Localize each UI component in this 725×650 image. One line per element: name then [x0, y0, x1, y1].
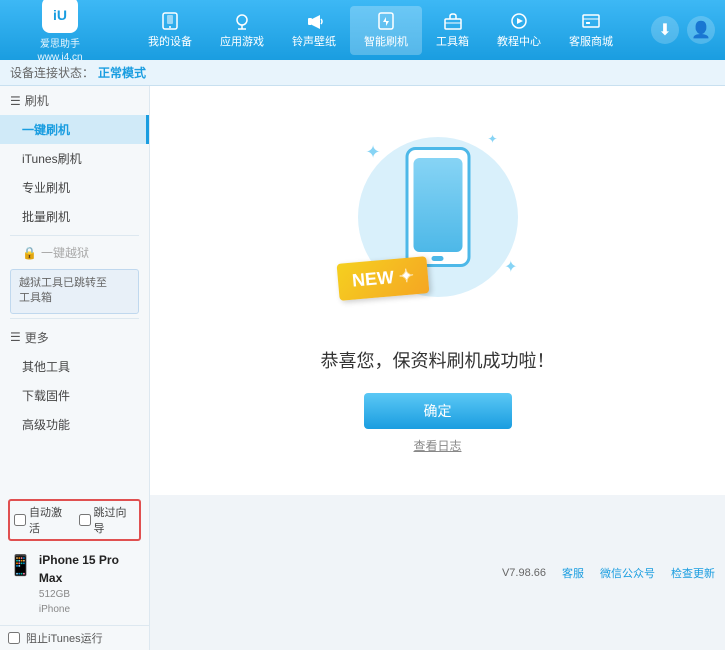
success-text: 恭喜您，保资料刷机成功啦！ — [321, 347, 555, 373]
nav-my-device[interactable]: 我的设备 — [134, 6, 206, 55]
device-icon — [159, 12, 181, 30]
account-btn[interactable]: 👤 — [687, 16, 715, 44]
more-section-icon: ☰ — [10, 330, 21, 344]
skip-guide-label[interactable]: 跳过向导 — [79, 504, 136, 536]
device-name: iPhone 15 Pro Max — [39, 551, 141, 587]
tutorial-icon — [508, 12, 530, 30]
auto-activate-label[interactable]: 自动激活 — [14, 504, 71, 536]
flash-section-icon: ☰ — [10, 94, 21, 108]
bottom-layout: 自动激活 跳过向导 📱 iPhone 15 Pro Max 512GB iPho… — [0, 495, 725, 650]
header: iU 爱思助手 www.i4.cn 我的设备 应用游戏 铃声壁纸 — [0, 0, 725, 60]
sidebar-item-one-click-flash[interactable]: 一键刷机 — [0, 115, 149, 144]
phone-home-btn — [432, 256, 444, 261]
iphone-icon: 📱 — [8, 553, 33, 578]
sidebar: ☰ 刷机 一键刷机 iTunes刷机 专业刷机 批量刷机 🔒 一键越狱 越狱工具… — [0, 86, 150, 495]
sidebar-item-batch-flash[interactable]: 批量刷机 — [0, 202, 149, 231]
header-right: ⬇ 👤 — [651, 16, 715, 44]
sidebar-item-other-tools[interactable]: 其他工具 — [0, 352, 149, 381]
log-link[interactable]: 查看日志 — [413, 437, 461, 454]
ringtone-icon — [303, 12, 325, 30]
sparkle-3: ✦ — [504, 257, 517, 277]
logo-area: iU 爱思助手 www.i4.cn — [10, 0, 110, 63]
logo-name: 爱思助手 — [40, 35, 80, 50]
status-mode: 正常模式 — [98, 64, 146, 81]
logo-icon: iU — [42, 0, 78, 33]
phone-body — [405, 147, 470, 267]
new-badge: NEW ✦ — [336, 256, 429, 301]
bottom-status-col: V7.98.66 客服 微信公众号 检查更新 — [150, 495, 725, 650]
wechat-link[interactable]: 微信公众号 — [600, 565, 655, 581]
nav-items: 我的设备 应用游戏 铃声壁纸 智能刷机 工具箱 — [110, 6, 651, 55]
main-layout: ☰ 刷机 一键刷机 iTunes刷机 专业刷机 批量刷机 🔒 一键越狱 越狱工具… — [0, 86, 725, 495]
device-type: iPhone — [39, 602, 141, 617]
sidebar-notice: 越狱工具已跳转至 工具箱 — [10, 269, 139, 314]
device-details: iPhone 15 Pro Max 512GB iPhone — [39, 551, 141, 617]
download-btn[interactable]: ⬇ — [651, 16, 679, 44]
nav-smart-flash[interactable]: 智能刷机 — [350, 6, 422, 55]
customer-service-link[interactable]: 客服 — [562, 565, 584, 581]
sparkle-2: ✦ — [487, 132, 497, 146]
toolbox-icon — [442, 12, 464, 30]
sidebar-section-more: ☰ 更多 — [0, 323, 149, 352]
nav-ringtone[interactable]: 铃声壁纸 — [278, 6, 350, 55]
device-info: 📱 iPhone 15 Pro Max 512GB iPhone — [8, 547, 141, 621]
device-storage: 512GB — [39, 587, 141, 602]
nav-toolbox[interactable]: 工具箱 — [422, 6, 483, 55]
sparkle-1: ✦ — [366, 142, 381, 163]
nav-service[interactable]: 客服商城 — [555, 6, 627, 55]
version-text: V7.98.66 — [502, 567, 546, 579]
success-image: ✦ ✦ ✦ NEW ✦ — [348, 127, 528, 327]
content-area: ✦ ✦ ✦ NEW ✦ 恭喜您，保资料刷机成功啦！ 确定 查看日志 — [150, 86, 725, 495]
version-info: V7.98.66 客服 微信公众号 检查更新 — [502, 565, 715, 581]
itunes-label: 阻止iTunes运行 — [26, 630, 103, 646]
sidebar-section-flash: ☰ 刷机 — [0, 86, 149, 115]
sidebar-divider-2 — [10, 318, 139, 319]
status-label: 设备连接状态： — [10, 64, 94, 81]
sidebar-item-download-firmware[interactable]: 下载固件 — [0, 381, 149, 410]
sidebar-item-advanced[interactable]: 高级功能 — [0, 410, 149, 439]
check-update-link[interactable]: 检查更新 — [671, 565, 715, 581]
itunes-bar: 阻止iTunes运行 — [0, 625, 149, 650]
status-bar: 设备连接状态： 正常模式 — [0, 60, 725, 86]
phone-screen — [413, 158, 462, 252]
confirm-button[interactable]: 确定 — [364, 393, 512, 429]
flash-icon — [375, 12, 397, 30]
logo-url: www.i4.cn — [37, 52, 82, 63]
app-icon — [231, 12, 253, 30]
sidebar-item-itunes-flash[interactable]: iTunes刷机 — [0, 144, 149, 173]
sidebar-divider-1 — [10, 235, 139, 236]
device-options-area: 自动激活 跳过向导 📱 iPhone 15 Pro Max 512GB iPho… — [0, 495, 149, 625]
service-icon — [580, 12, 602, 30]
skip-guide-checkbox[interactable] — [79, 514, 91, 526]
nav-app-games[interactable]: 应用游戏 — [206, 6, 278, 55]
sidebar-item-pro-flash[interactable]: 专业刷机 — [0, 173, 149, 202]
nav-tutorial[interactable]: 教程中心 — [483, 6, 555, 55]
itunes-checkbox[interactable] — [8, 632, 20, 644]
lock-icon: 🔒 — [22, 246, 37, 260]
bottom-device-col: 自动激活 跳过向导 📱 iPhone 15 Pro Max 512GB iPho… — [0, 495, 150, 650]
sidebar-item-jailbreak: 🔒 一键越狱 — [0, 240, 149, 265]
auto-activate-checkbox[interactable] — [14, 514, 26, 526]
device-checkboxes: 自动激活 跳过向导 — [8, 499, 141, 541]
